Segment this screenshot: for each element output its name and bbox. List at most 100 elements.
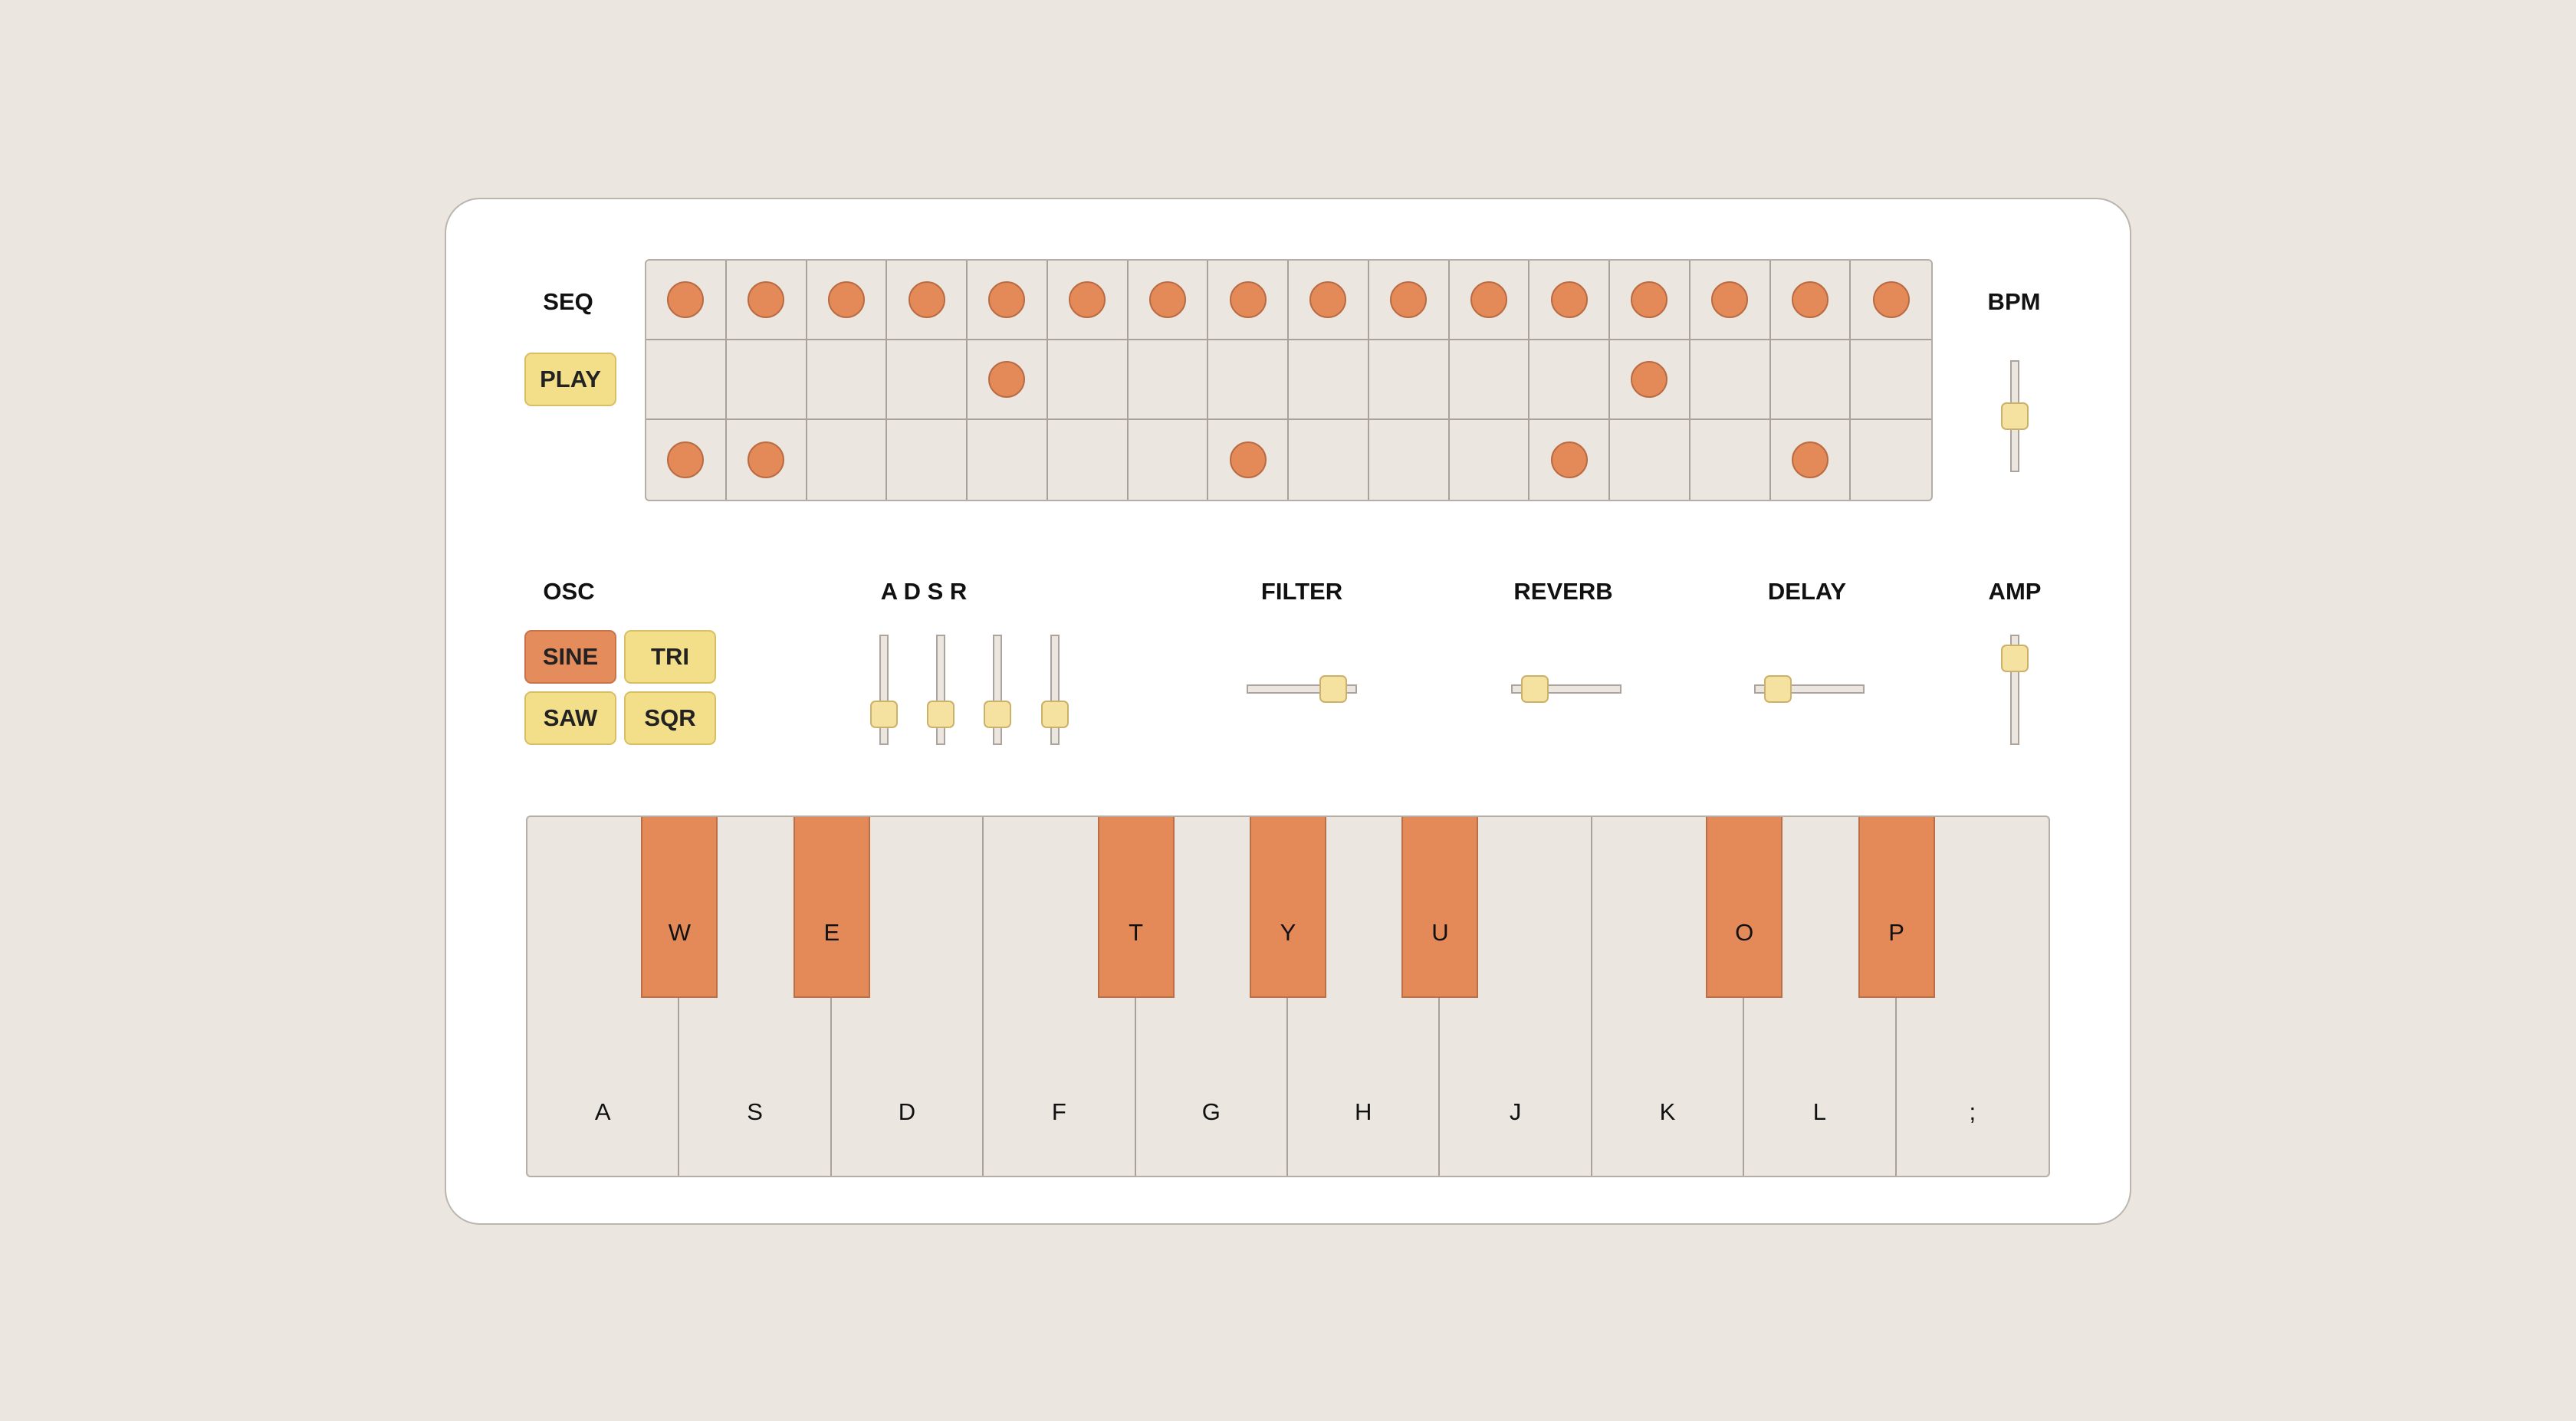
- key-label: E: [823, 919, 840, 946]
- seq-step-r2-s9[interactable]: [1289, 340, 1369, 420]
- release-slider-thumb[interactable]: [1041, 701, 1069, 729]
- seq-step-dot: [988, 281, 1026, 318]
- filter-label: FILTER: [1260, 578, 1343, 605]
- seq-step-dot: [1309, 281, 1347, 318]
- release-slider[interactable]: [1038, 635, 1072, 745]
- seq-step-r2-s7[interactable]: [1128, 340, 1209, 420]
- attack-slider[interactable]: [867, 635, 901, 745]
- seq-step-r2-s15[interactable]: [1770, 340, 1852, 420]
- seq-step-r1-s16[interactable]: [1851, 261, 1931, 340]
- seq-step-dot: [1791, 281, 1829, 318]
- seq-step-r3-s16[interactable]: [1851, 420, 1931, 500]
- delay-slider[interactable]: [1754, 672, 1865, 706]
- seq-step-r3-s14[interactable]: [1691, 420, 1771, 500]
- black-key[interactable]: P: [1858, 817, 1935, 998]
- decay-slider-track: [936, 635, 945, 745]
- seq-step-r3-s15[interactable]: [1771, 420, 1852, 500]
- seq-step-r1-s11[interactable]: [1449, 261, 1530, 340]
- seq-step-r3-s7[interactable]: [1129, 420, 1209, 500]
- seq-step-r1-s15[interactable]: [1770, 261, 1852, 340]
- key-label: K: [1659, 1098, 1676, 1125]
- seq-step-dot: [827, 281, 865, 318]
- seq-step-r3-s5[interactable]: [968, 420, 1048, 500]
- seq-step-r3-s6[interactable]: [1048, 420, 1129, 500]
- seq-step-r1-s6[interactable]: [1047, 261, 1129, 340]
- seq-step-r2-s2[interactable]: [726, 340, 807, 420]
- seq-step-r2-s3[interactable]: [807, 340, 888, 420]
- seq-step-r2-s1[interactable]: [646, 340, 727, 420]
- key-label: G: [1201, 1098, 1221, 1125]
- sustain-slider-track: [993, 635, 1002, 745]
- seq-step-r2-s16[interactable]: [1851, 340, 1931, 420]
- seq-step-r1-s8[interactable]: [1208, 261, 1289, 340]
- filter-slider-thumb[interactable]: [1319, 675, 1348, 703]
- seq-step-r1-s4[interactable]: [887, 261, 968, 340]
- adsr-label: A D S R: [880, 578, 968, 605]
- seq-step-r2-s12[interactable]: [1530, 340, 1610, 420]
- seq-step-dot: [667, 441, 705, 478]
- seq-step-r2-s4[interactable]: [887, 340, 968, 420]
- key-label: P: [1888, 919, 1904, 946]
- key-label: U: [1431, 919, 1449, 946]
- key-label: J: [1509, 1098, 1522, 1125]
- delay-slider-thumb[interactable]: [1763, 675, 1792, 703]
- seq-step-r2-s10[interactable]: [1368, 340, 1450, 420]
- play-button[interactable]: PLAY: [524, 353, 616, 406]
- seq-step-r1-s2[interactable]: [726, 261, 807, 340]
- seq-step-r1-s14[interactable]: [1690, 261, 1771, 340]
- key-label: H: [1355, 1098, 1372, 1125]
- seq-step-r3-s1[interactable]: [646, 420, 727, 500]
- reverb-slider[interactable]: [1511, 672, 1622, 706]
- seq-step-r3-s11[interactable]: [1450, 420, 1530, 500]
- seq-step-dot: [667, 281, 705, 318]
- seq-step-r3-s12[interactable]: [1530, 420, 1610, 500]
- seq-step-r3-s13[interactable]: [1610, 420, 1691, 500]
- bpm-slider-thumb[interactable]: [2001, 402, 2029, 430]
- seq-step-r3-s8[interactable]: [1208, 420, 1289, 500]
- black-key[interactable]: T: [1097, 817, 1175, 998]
- sqr-button[interactable]: SQR: [624, 691, 716, 745]
- saw-button[interactable]: SAW: [524, 691, 616, 745]
- bpm-slider[interactable]: [1998, 360, 2032, 472]
- seq-step-r2-s11[interactable]: [1449, 340, 1530, 420]
- sustain-slider-thumb[interactable]: [984, 701, 1011, 729]
- sustain-slider[interactable]: [981, 635, 1014, 745]
- seq-step-dot: [1148, 281, 1186, 318]
- seq-step-r1-s5[interactable]: [968, 261, 1048, 340]
- seq-step-r3-s3[interactable]: [807, 420, 888, 500]
- seq-step-r1-s13[interactable]: [1610, 261, 1691, 340]
- black-key[interactable]: O: [1706, 817, 1783, 998]
- attack-slider-thumb[interactable]: [870, 701, 898, 729]
- seq-step-dot: [1390, 281, 1428, 318]
- seq-step-r2-s13[interactable]: [1610, 340, 1691, 420]
- filter-slider[interactable]: [1247, 672, 1357, 706]
- seq-step-r1-s12[interactable]: [1530, 261, 1610, 340]
- seq-step-r3-s4[interactable]: [887, 420, 968, 500]
- tri-button[interactable]: TRI: [624, 630, 716, 684]
- seq-step-r2-s5[interactable]: [968, 340, 1048, 420]
- seq-step-r1-s10[interactable]: [1368, 261, 1450, 340]
- black-key[interactable]: U: [1401, 817, 1479, 998]
- seq-step-r1-s9[interactable]: [1289, 261, 1369, 340]
- seq-step-dot: [988, 361, 1026, 398]
- seq-step-r1-s3[interactable]: [807, 261, 888, 340]
- amp-slider-thumb[interactable]: [2001, 644, 2029, 672]
- seq-step-r2-s14[interactable]: [1690, 340, 1771, 420]
- seq-step-r3-s10[interactable]: [1369, 420, 1450, 500]
- black-key[interactable]: E: [793, 817, 870, 998]
- black-key[interactable]: W: [641, 817, 718, 998]
- amp-slider[interactable]: [1998, 635, 2032, 745]
- seq-step-r3-s2[interactable]: [727, 420, 807, 500]
- key-label: A: [594, 1098, 611, 1125]
- seq-step-r2-s6[interactable]: [1047, 340, 1129, 420]
- decay-slider-thumb[interactable]: [927, 701, 955, 729]
- seq-step-r3-s9[interactable]: [1289, 420, 1369, 500]
- sine-button[interactable]: SINE: [524, 630, 616, 684]
- seq-step-r1-s7[interactable]: [1128, 261, 1209, 340]
- seq-step-r1-s1[interactable]: [646, 261, 727, 340]
- piano-keyboard: A S D F G H J K L; W E T Y U O P: [526, 816, 2050, 1177]
- seq-step-r2-s8[interactable]: [1208, 340, 1289, 420]
- decay-slider[interactable]: [924, 635, 958, 745]
- reverb-slider-thumb[interactable]: [1520, 675, 1549, 703]
- black-key[interactable]: Y: [1250, 817, 1326, 998]
